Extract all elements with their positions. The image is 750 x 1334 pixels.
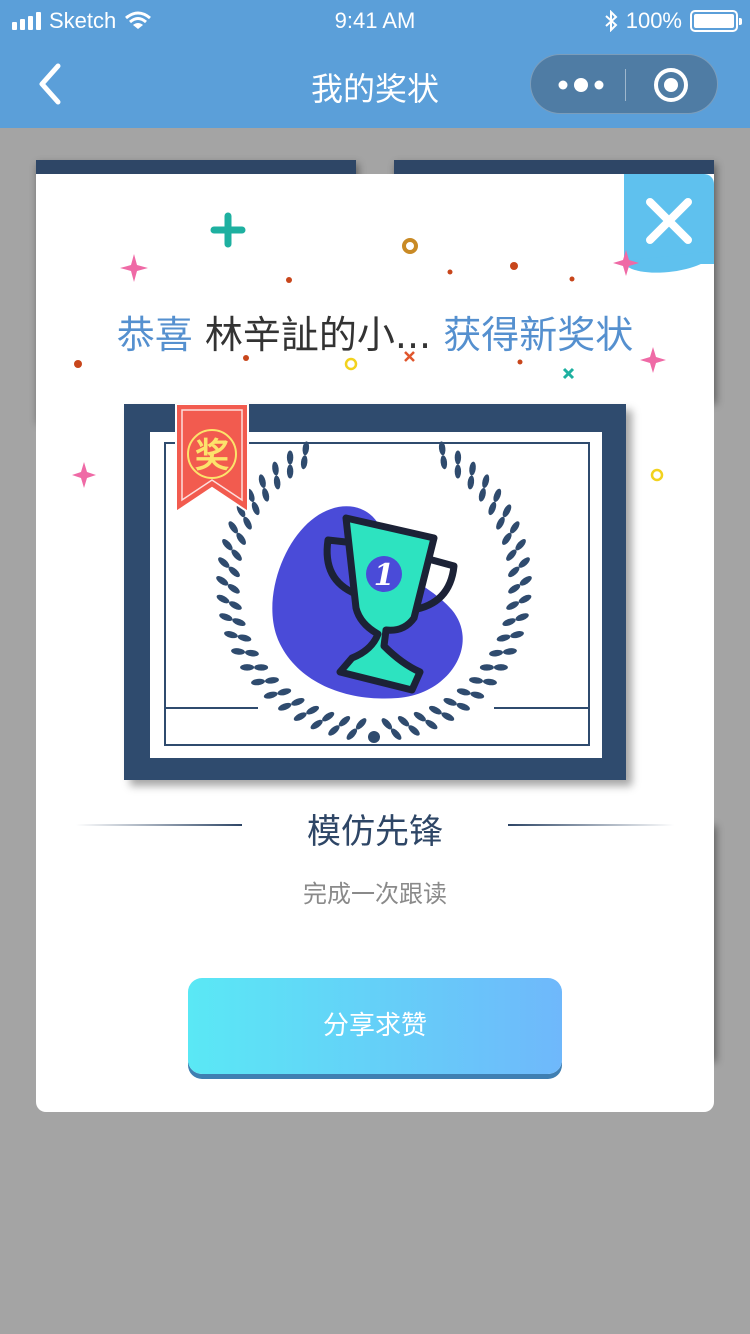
nav-bar: 我的奖状 [0,40,750,128]
congrats-label: 恭喜 [116,313,193,357]
share-button[interactable]: 分享求赞 [188,978,562,1074]
ribbon-character: 奖 [195,436,229,476]
obtained-label: 获得新奖状 [443,313,634,357]
more-icon[interactable] [553,73,609,97]
title-divider-right [508,824,674,826]
battery-icon [690,10,742,32]
award-description: 完成一次跟读 [303,880,447,908]
status-bar: Sketch 9:41 AM 100% [0,0,750,40]
user-name: 林辛訨的小... [204,313,432,357]
certificate-frame: 1 奖 [124,404,626,780]
ring-decoration [650,468,664,482]
close-icon [646,198,692,244]
mini-program-capsule [530,54,718,114]
sparkle-decoration [72,462,96,488]
award-modal: 恭喜 林辛訨的小... 获得新奖状 1 奖 模仿先锋 完成一次跟读 分享求赞 [36,174,714,1112]
congrats-headline: 恭喜 林辛訨的小... 获得新奖状 [36,304,714,359]
bluetooth-icon [605,10,618,32]
award-title: 模仿先锋 [307,812,443,852]
trophy-rank: 1 [374,558,395,593]
battery-percent: 100% [625,8,682,33]
award-ribbon-icon: 奖 [175,404,249,514]
exit-icon[interactable] [653,67,689,103]
